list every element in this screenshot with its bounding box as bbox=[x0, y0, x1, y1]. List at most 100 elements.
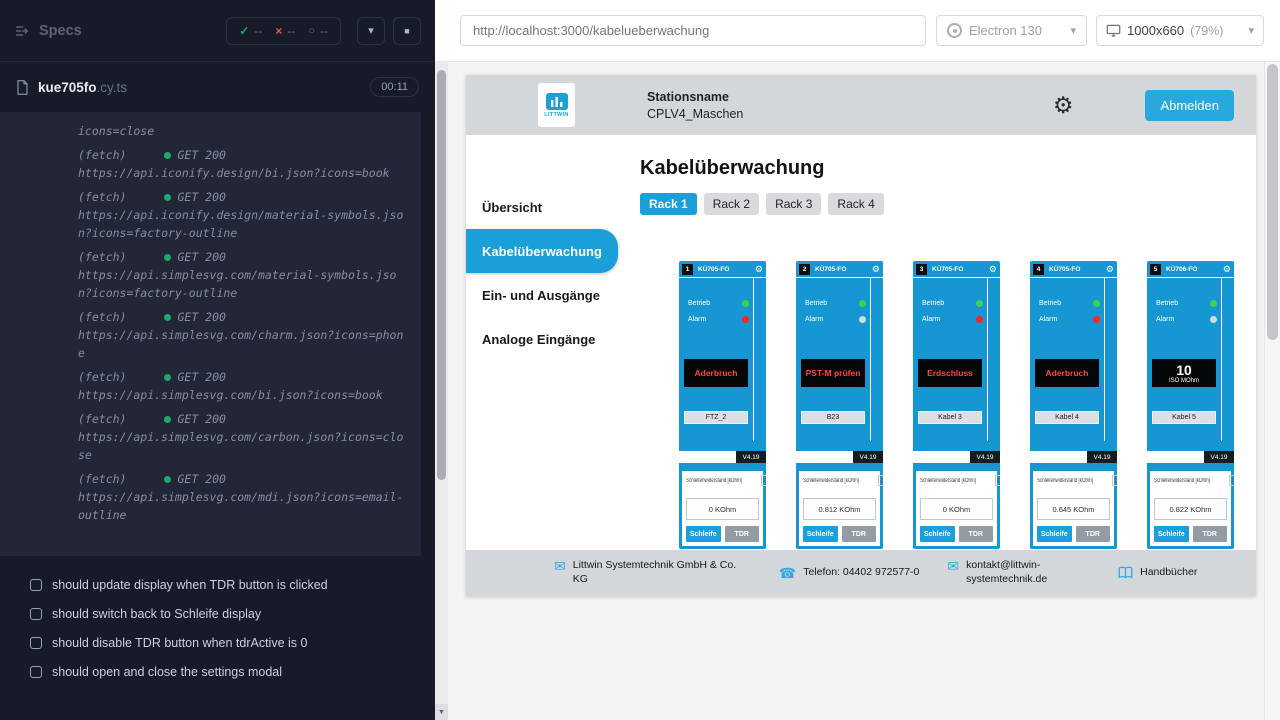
mail-icon: ✉ bbox=[554, 559, 566, 573]
device-card-2: 2KÜ705-FO⚙ Betrieb Alarm PST-M prüfen B2… bbox=[796, 261, 883, 549]
runner-scrollbar[interactable]: ▼ bbox=[435, 62, 448, 720]
footer-email[interactable]: ✉kontakt@littwin-systemtechnik.de bbox=[947, 559, 1090, 586]
test-item[interactable]: should switch back to Schleife display bbox=[0, 599, 435, 628]
electron-icon bbox=[947, 23, 962, 38]
device-model: KÜ705-FO bbox=[1049, 266, 1080, 273]
scrollbar-thumb[interactable] bbox=[1267, 64, 1278, 340]
version-bar bbox=[913, 451, 970, 463]
schleife-button[interactable]: Schleife bbox=[920, 526, 955, 542]
test-item[interactable]: should disable TDR button when tdrActive… bbox=[0, 628, 435, 657]
schleife-button[interactable]: Schleife bbox=[1154, 526, 1189, 542]
log-url: https://api.simplesvg.com/material-symbo… bbox=[78, 266, 407, 302]
specs-icon bbox=[14, 23, 30, 39]
betrieb-label: Betrieb bbox=[688, 300, 710, 307]
viewport-monitor-icon bbox=[1106, 24, 1121, 38]
refresh-icon[interactable] bbox=[995, 475, 1000, 486]
test-item[interactable]: should update display when TDR button is… bbox=[0, 570, 435, 599]
tab-rack-2[interactable]: Rack 2 bbox=[704, 193, 759, 215]
test-item[interactable]: should open and close the settings modal bbox=[0, 657, 435, 686]
status-display: 10ISO MOhm bbox=[1152, 359, 1216, 387]
betrieb-label: Betrieb bbox=[1039, 300, 1061, 307]
sidebar-item-ein-und-ausgaenge[interactable]: Ein- und Ausgänge bbox=[466, 273, 618, 317]
spec-name: kue705fo bbox=[38, 80, 97, 95]
sidebar-item-analoge-eingaenge[interactable]: Analoge Eingänge bbox=[466, 317, 618, 361]
scroll-down-arrow-icon[interactable]: ▼ bbox=[435, 704, 448, 720]
tdr-button[interactable]: TDR bbox=[842, 526, 877, 542]
card-settings-gear-icon[interactable]: ⚙ bbox=[1106, 265, 1114, 274]
tab-rack-1[interactable]: Rack 1 bbox=[640, 193, 697, 215]
log-status: GET 200 bbox=[177, 146, 225, 164]
resistance-value: 0.822 KOhm bbox=[1154, 498, 1227, 520]
tab-rack-4[interactable]: Rack 4 bbox=[828, 193, 883, 215]
schleife-button[interactable]: Schleife bbox=[1037, 526, 1072, 542]
tdr-button[interactable]: TDR bbox=[959, 526, 994, 542]
sidebar-item-uebersicht[interactable]: Übersicht bbox=[466, 185, 618, 229]
collapse-button[interactable]: ▾ bbox=[357, 17, 385, 45]
page-scrollbar[interactable] bbox=[1264, 62, 1280, 720]
measurement-panel: Schleifenwiderstand [kOhm] 0.645 KOhm Sc… bbox=[1033, 471, 1114, 546]
status-text: PST-M prüfen bbox=[806, 368, 861, 378]
logout-button[interactable]: Abmelden bbox=[1145, 90, 1234, 121]
app-header: LITTWIN Stationsname CPLV4_Maschen ⚙ Abm… bbox=[466, 75, 1256, 135]
log-url: https://api.simplesvg.com/charm.json?ico… bbox=[78, 326, 407, 362]
test-state-icon bbox=[30, 608, 42, 620]
status-display: Aderbruch bbox=[1035, 359, 1099, 387]
main-content: Kabelüberwachung Rack 1 Rack 2 Rack 3 Ra… bbox=[618, 135, 1256, 550]
test-stats: ✓-- ×-- ○-- bbox=[226, 17, 341, 45]
footer-manuals-text: Handbücher bbox=[1140, 566, 1197, 580]
measurement-label: Schleifenwiderstand [kOhm] bbox=[1154, 478, 1210, 484]
app-under-test: LITTWIN Stationsname CPLV4_Maschen ⚙ Abm… bbox=[466, 75, 1256, 596]
spec-extension: .cy.ts bbox=[97, 80, 128, 95]
tdr-button[interactable]: TDR bbox=[1076, 526, 1111, 542]
passed-count: -- bbox=[254, 24, 262, 38]
refresh-icon[interactable] bbox=[1112, 475, 1117, 486]
spec-file-icon bbox=[16, 80, 29, 95]
card-settings-gear-icon[interactable]: ⚙ bbox=[755, 265, 763, 274]
runner-header: Specs ✓-- ×-- ○-- ▾ ■ bbox=[0, 0, 435, 62]
passed-icon: ✓ bbox=[239, 24, 249, 38]
spec-row[interactable]: kue705fo.cy.ts 00:11 bbox=[0, 62, 435, 112]
card-settings-gear-icon[interactable]: ⚙ bbox=[989, 265, 997, 274]
url-text: http://localhost:3000/kabelueberwachung bbox=[473, 23, 709, 38]
success-dot-icon bbox=[164, 374, 171, 381]
settings-gear-icon[interactable]: ⚙ bbox=[1053, 94, 1074, 117]
test-list: should update display when TDR button is… bbox=[0, 570, 435, 686]
footer-manuals[interactable]: Handbücher bbox=[1118, 566, 1197, 580]
refresh-icon[interactable] bbox=[1229, 475, 1234, 486]
alarm-label: Alarm bbox=[922, 316, 940, 323]
betrieb-led bbox=[1210, 300, 1217, 307]
log-prefix: (fetch) bbox=[78, 410, 126, 428]
viewport-selector[interactable]: 1000x660 (79%) ▾ bbox=[1096, 15, 1264, 46]
app-footer: ✉Littwin Systemtechnik GmbH & Co. KG ☎Te… bbox=[466, 550, 1256, 596]
card-settings-gear-icon[interactable]: ⚙ bbox=[872, 265, 880, 274]
sidebar: Übersicht Kabelüberwachung Ein- und Ausg… bbox=[466, 135, 618, 550]
url-input[interactable]: http://localhost:3000/kabelueberwachung bbox=[460, 15, 926, 46]
stop-button[interactable]: ■ bbox=[393, 17, 421, 45]
station-info: Stationsname CPLV4_Maschen bbox=[647, 90, 743, 121]
device-card-5: 5KÜ706-FO⚙ Betrieb Alarm 10ISO MOhm Kabe… bbox=[1147, 261, 1234, 549]
test-state-icon bbox=[30, 637, 42, 649]
card-settings-gear-icon[interactable]: ⚙ bbox=[1223, 265, 1231, 274]
log-prefix: (fetch) bbox=[78, 368, 126, 386]
status-text: Aderbruch bbox=[695, 368, 738, 378]
slot-number: 5 bbox=[1150, 264, 1161, 275]
command-log[interactable]: icons=close (fetch)GET 200 https://api.i… bbox=[0, 112, 421, 556]
refresh-icon[interactable] bbox=[878, 475, 883, 486]
measurement-panel: Schleifenwiderstand [kOhm] 0 KOhm Schlei… bbox=[916, 471, 997, 546]
sidebar-item-kabelueberwachung[interactable]: Kabelüberwachung bbox=[466, 229, 618, 273]
browser-selector[interactable]: Electron 130 ▾ bbox=[936, 15, 1087, 46]
test-state-icon bbox=[30, 666, 42, 678]
refresh-icon[interactable] bbox=[761, 475, 766, 486]
tab-rack-3[interactable]: Rack 3 bbox=[766, 193, 821, 215]
tdr-button[interactable]: TDR bbox=[725, 526, 760, 542]
alarm-label: Alarm bbox=[688, 316, 706, 323]
card-side-strip bbox=[987, 278, 1000, 441]
station-value: CPLV4_Maschen bbox=[647, 107, 743, 121]
schleife-button[interactable]: Schleife bbox=[803, 526, 838, 542]
schleife-button[interactable]: Schleife bbox=[686, 526, 721, 542]
alarm-led bbox=[859, 316, 866, 323]
slot-number: 1 bbox=[682, 264, 693, 275]
specs-toggle[interactable]: Specs bbox=[14, 23, 82, 39]
scrollbar-thumb[interactable] bbox=[437, 70, 446, 480]
tdr-button[interactable]: TDR bbox=[1193, 526, 1228, 542]
